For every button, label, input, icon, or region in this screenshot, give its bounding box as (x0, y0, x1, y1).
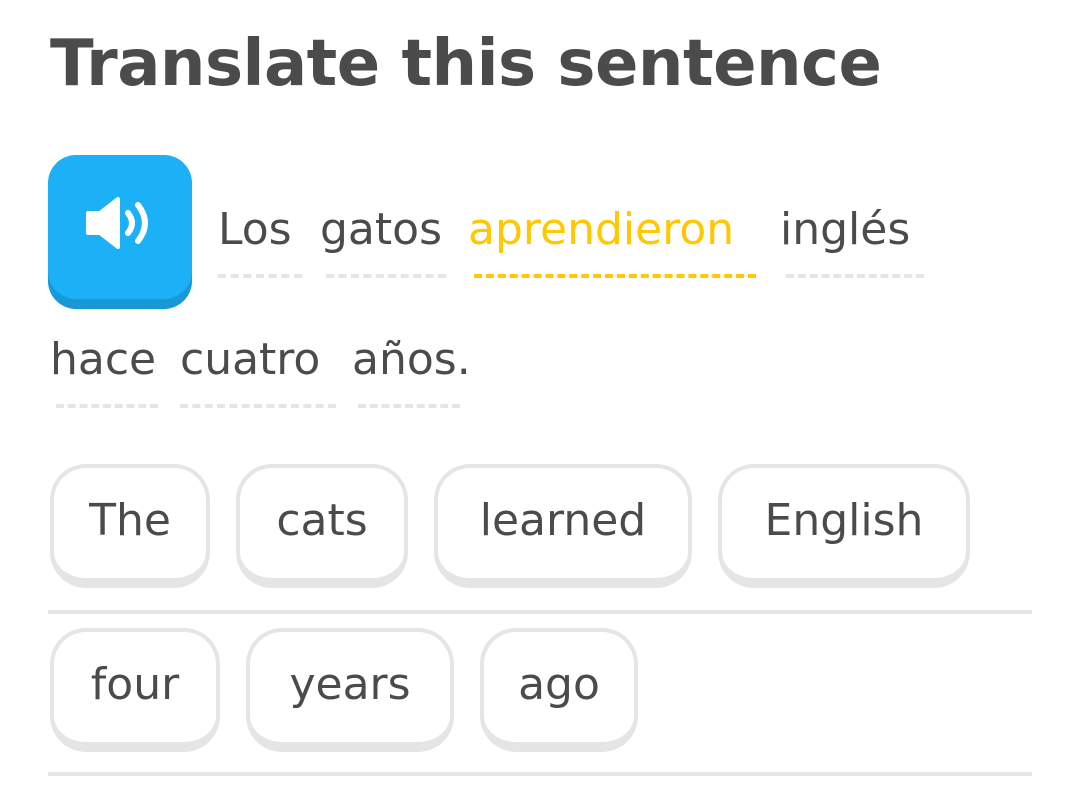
answer-tile[interactable]: learned (434, 464, 692, 588)
answer-line-divider (48, 610, 1032, 614)
play-audio-button[interactable] (48, 155, 192, 299)
word-underline (56, 404, 158, 408)
word-underline (358, 404, 460, 408)
word-underline (218, 274, 302, 278)
answer-tile[interactable]: The (50, 464, 210, 588)
prompt-word-ingles[interactable]: inglés (780, 202, 910, 258)
word-underline (326, 274, 446, 278)
answer-tile[interactable]: cats (236, 464, 408, 588)
prompt-word-aprendieron[interactable]: aprendieron (468, 202, 734, 258)
word-bank-tile[interactable]: ago (480, 628, 638, 752)
word-underline-highlighted (474, 274, 756, 278)
prompt-word-hace[interactable]: hace (50, 332, 156, 388)
prompt-word-los[interactable]: Los (218, 202, 292, 258)
page-title: Translate this sentence (50, 27, 882, 101)
word-underline (180, 404, 336, 408)
prompt-word-anos[interactable]: años. (352, 332, 471, 388)
speaker-icon (86, 197, 148, 249)
word-bank-tile[interactable]: four (50, 628, 220, 752)
answer-line-divider (48, 772, 1032, 776)
prompt-word-gatos[interactable]: gatos (320, 202, 442, 258)
word-underline (786, 274, 924, 278)
answer-tile[interactable]: English (718, 464, 970, 588)
prompt-word-cuatro[interactable]: cuatro (180, 332, 320, 388)
word-bank-tile[interactable]: years (246, 628, 454, 752)
